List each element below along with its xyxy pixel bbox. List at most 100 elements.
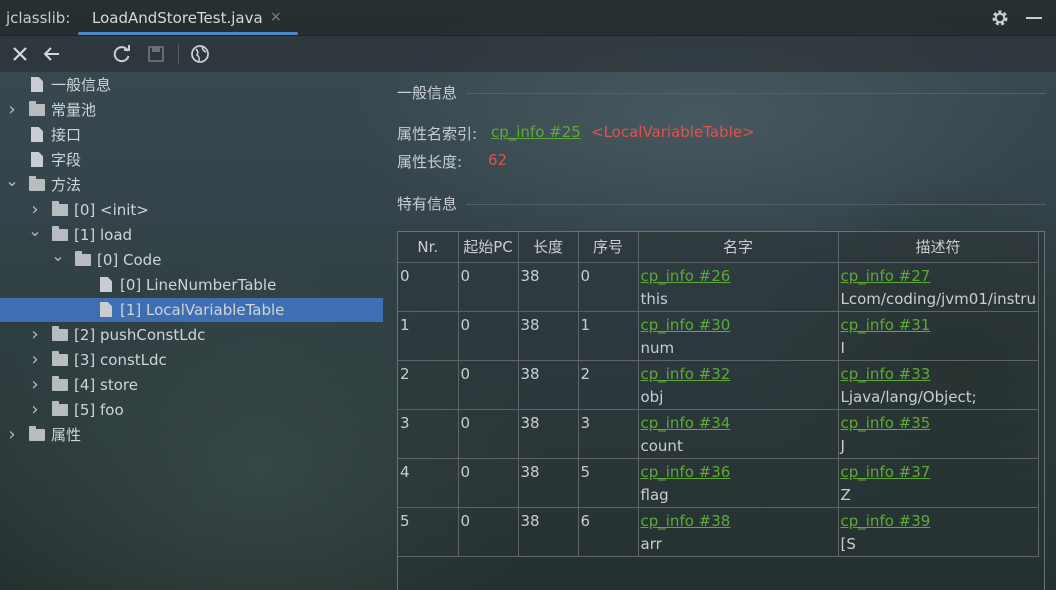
collapse-arrow-icon[interactable]: ›: [5, 423, 19, 447]
tab-title: LoadAndStoreTest.java: [92, 9, 263, 27]
gear-icon[interactable]: [990, 8, 1010, 28]
cell-nr-value: 2: [400, 364, 410, 383]
collapse-arrow-icon[interactable]: ›: [28, 398, 42, 422]
close-icon[interactable]: [8, 42, 32, 66]
cell-name: cp_info #34 count: [638, 409, 839, 459]
cell-name-value: arr: [640, 534, 662, 553]
cell-length-value: 38: [520, 511, 540, 530]
cp-info-link[interactable]: cp_info #31: [841, 314, 1036, 337]
column-header-index[interactable]: 序号: [578, 232, 639, 263]
tree-item[interactable]: › [4] store: [0, 373, 384, 397]
cell-length-value: 38: [520, 462, 540, 481]
tree-item[interactable]: [1] LocalVariableTable: [0, 298, 383, 322]
tree-item-label: [3] constLdc: [74, 351, 167, 369]
cell-descriptor-value: I: [840, 338, 845, 357]
tree-item-label: 字段: [51, 151, 82, 169]
column-header-name[interactable]: 名字: [638, 232, 839, 263]
tree-item[interactable]: ⌄ 方法: [0, 171, 384, 197]
cell-length-value: 38: [520, 364, 540, 383]
cell-name: cp_info #32 obj: [638, 360, 839, 410]
specific-info-divider: [466, 204, 1046, 205]
table-row[interactable]: 0 0 38 0 cp_info #26 this cp_info #27 Lcom/codi…: [398, 262, 1039, 312]
column-header-length[interactable]: 长度: [518, 232, 579, 263]
cell-start-pc-value: 0: [460, 315, 471, 334]
tree-item[interactable]: › [5] foo: [0, 398, 384, 422]
cell-start-pc-value: 0: [460, 511, 471, 530]
cell-descriptor: cp_info #31 I: [838, 311, 1039, 361]
tree-item[interactable]: ⌄ [0] Code: [0, 246, 384, 272]
cp-info-link[interactable]: cp_info #30: [641, 314, 836, 337]
local-variable-table: Nr. 起始PC 长度 序号 名字 描述符 0 0 38 0 cp_info #26 th…: [397, 231, 1045, 590]
cell-nr-value: 0: [400, 266, 410, 285]
tab-close-icon[interactable]: ×: [270, 9, 282, 25]
detail-panel: 一般信息 属性名索引: cp_info #25 <LocalVariableTa…: [386, 72, 1056, 590]
cell-descriptor-value: Lcom/coding/jvm01/instru: [840, 289, 1036, 308]
cell-start-pc: 0: [458, 262, 519, 312]
cp-info-link[interactable]: cp_info #33: [841, 363, 1036, 386]
folder-icon: [29, 176, 45, 191]
back-arrow-icon[interactable]: [40, 42, 64, 66]
globe-icon[interactable]: [188, 42, 212, 66]
table-row[interactable]: 2 0 38 2 cp_info #32 obj cp_info #33 Ljava/lang…: [398, 360, 1039, 410]
cell-nr: 5: [398, 507, 459, 557]
cell-nr: 3: [398, 409, 459, 459]
cp-info-link[interactable]: cp_info #32: [641, 363, 836, 386]
collapse-arrow-icon[interactable]: ›: [28, 373, 42, 397]
tree-item[interactable]: 接口: [0, 123, 384, 147]
cell-start-pc-value: 0: [460, 266, 471, 285]
table-row[interactable]: 5 0 38 6 cp_info #38 arr cp_info #39 [S: [398, 507, 1039, 557]
cell-nr: 2: [398, 360, 459, 410]
minimize-icon[interactable]: [1026, 17, 1042, 19]
cp-info-link[interactable]: cp_info #27: [841, 265, 1036, 288]
folder-icon: [75, 251, 91, 266]
collapse-arrow-icon[interactable]: ›: [28, 323, 42, 347]
class-structure-tree: 一般信息 › 常量池 接口 字段 ⌄ 方法 › [0] <init> ⌄ [1] load ⌄ [0] …: [0, 72, 384, 590]
expand-arrow-icon[interactable]: ⌄: [51, 244, 65, 268]
expand-arrow-icon[interactable]: ⌄: [28, 219, 42, 243]
tree-item[interactable]: 字段: [0, 148, 384, 172]
cell-name-value: this: [640, 289, 668, 308]
cell-name-value: count: [640, 436, 683, 455]
cell-descriptor-value: Ljava/lang/Object;: [840, 387, 977, 406]
attr-length-value: 62: [488, 151, 508, 169]
cp-info-link[interactable]: cp_info #26: [641, 265, 836, 288]
cp-info-link[interactable]: cp_info #34: [641, 412, 836, 435]
table-row[interactable]: 4 0 38 5 cp_info #36 flag cp_info #37 Z: [398, 458, 1039, 508]
cell-start-pc-value: 0: [460, 462, 471, 481]
tab-loadandstoretest[interactable]: LoadAndStoreTest.java: [78, 0, 298, 36]
column-header-descriptor[interactable]: 描述符: [838, 232, 1039, 263]
cp-info-link[interactable]: cp_info #38: [641, 510, 836, 533]
attr-name-index-label: 属性名索引:: [397, 125, 478, 143]
column-header-nr[interactable]: Nr.: [398, 232, 459, 263]
save-icon[interactable]: [144, 42, 168, 66]
cp-info-link[interactable]: cp_info #35: [841, 412, 1036, 435]
expand-arrow-icon[interactable]: ⌄: [5, 169, 19, 193]
tree-item[interactable]: [0] LineNumberTable: [0, 273, 384, 297]
cell-index-value: 1: [580, 315, 591, 334]
table-row[interactable]: 1 0 38 1 cp_info #30 num cp_info #31 I: [398, 311, 1039, 361]
column-header-start-pc[interactable]: 起始PC: [458, 232, 519, 263]
tree-item-label: 一般信息: [51, 76, 112, 94]
cell-name-value: flag: [640, 485, 669, 504]
refresh-icon[interactable]: [110, 42, 134, 66]
collapse-arrow-icon[interactable]: ›: [28, 348, 42, 372]
tree-item[interactable]: › [2] pushConstLdc: [0, 323, 384, 347]
cp-info-link[interactable]: cp_info #39: [841, 510, 1036, 533]
cell-start-pc: 0: [458, 409, 519, 459]
cp-info-link[interactable]: cp_info #37: [841, 461, 1036, 484]
cell-descriptor: cp_info #27 Lcom/coding/jvm01/instru: [838, 262, 1039, 312]
cell-start-pc: 0: [458, 311, 519, 361]
tree-item-label: [4] store: [74, 376, 138, 394]
collapse-arrow-icon[interactable]: ›: [5, 98, 19, 122]
cell-index: 6: [578, 507, 639, 557]
cp-info-link[interactable]: cp_info #36: [641, 461, 836, 484]
table-row[interactable]: 3 0 38 3 cp_info #34 count cp_info #35 J: [398, 409, 1039, 459]
attr-name-index-link[interactable]: cp_info #25: [491, 123, 581, 141]
tree-item[interactable]: 一般信息: [0, 73, 384, 97]
tree-item[interactable]: › [0] <init>: [0, 198, 384, 222]
tree-item[interactable]: › 属性: [0, 423, 384, 447]
tree-item-label: 常量池: [51, 101, 97, 119]
folder-icon: [52, 326, 68, 341]
tree-item[interactable]: › 常量池: [0, 98, 384, 122]
tree-item[interactable]: › [3] constLdc: [0, 348, 384, 372]
